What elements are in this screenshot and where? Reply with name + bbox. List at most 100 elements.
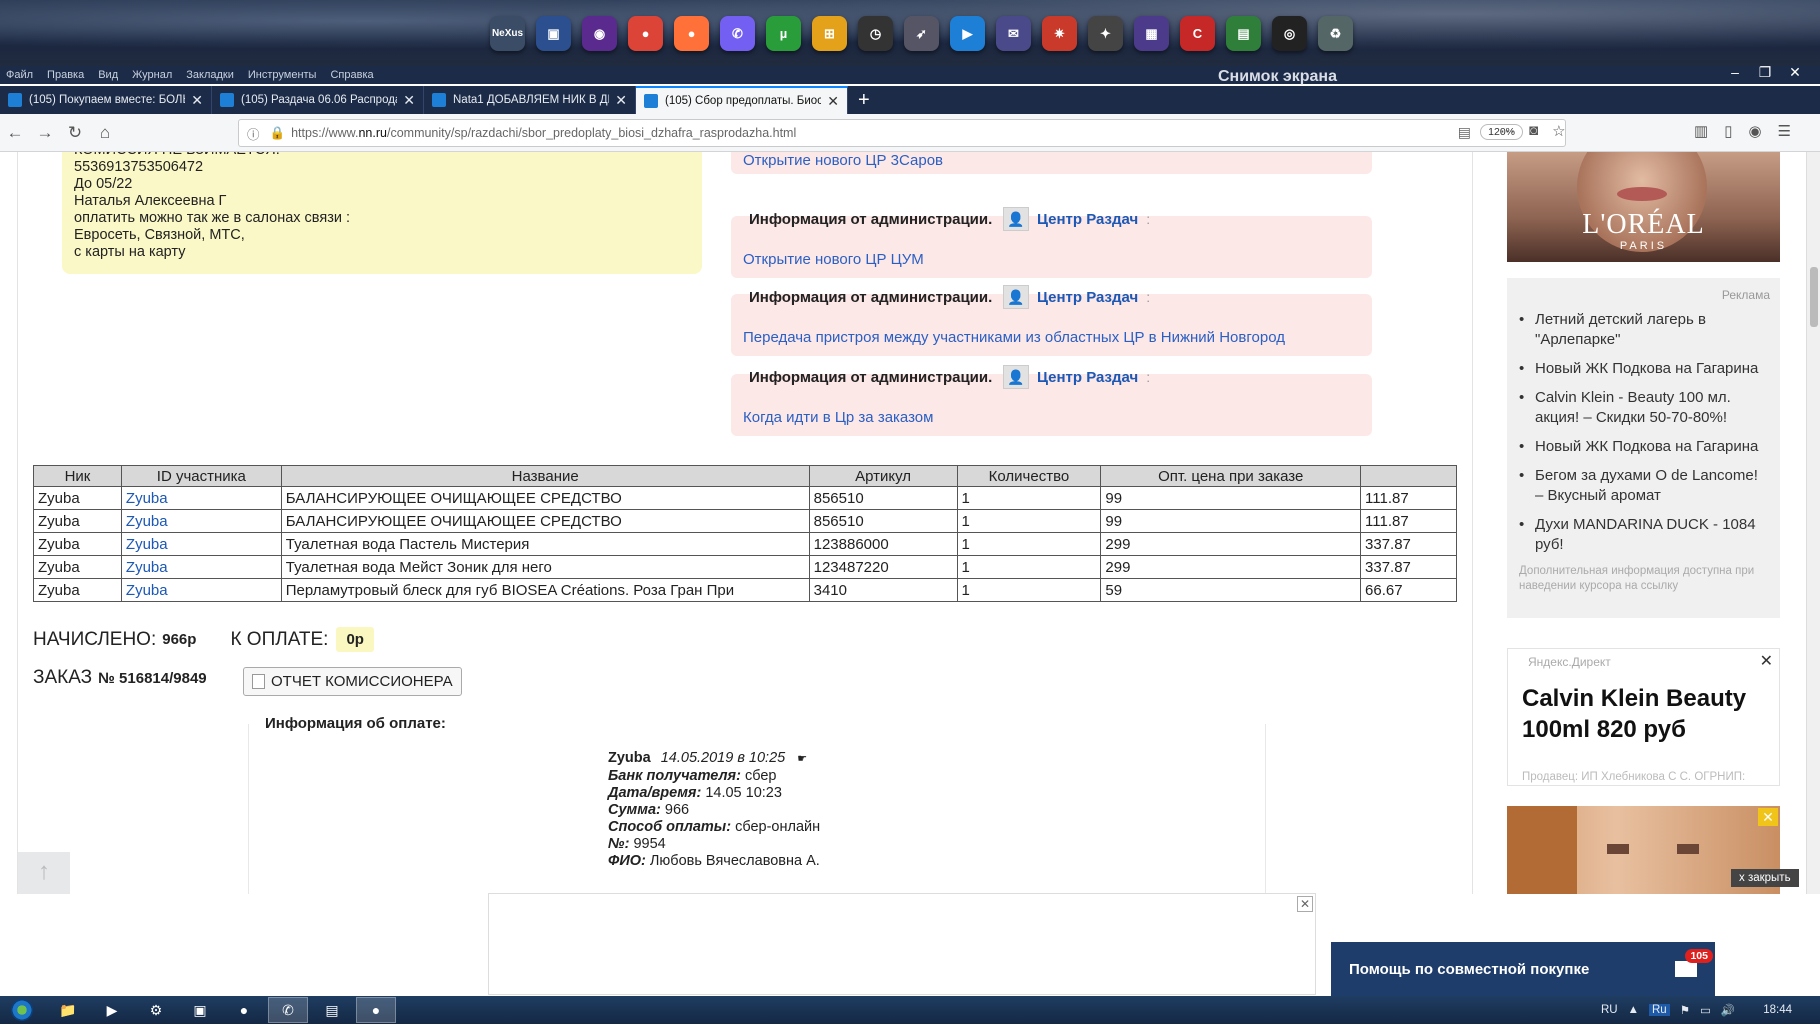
menu-item[interactable]: Закладки [186, 69, 234, 81]
scrollbar-thumb[interactable] [1810, 267, 1818, 327]
explorer-icon[interactable]: ▣ [536, 16, 571, 51]
vertical-scrollbar[interactable] [1806, 152, 1820, 894]
play-icon[interactable]: ▶ [950, 16, 985, 51]
close-tab-icon[interactable]: ✕ [615, 92, 627, 109]
close-icon[interactable]: ✕ [1784, 64, 1806, 81]
close-icon[interactable]: ✕ [1758, 808, 1778, 826]
account-icon[interactable]: ◉ [1748, 122, 1761, 140]
back-icon[interactable]: ← [0, 123, 30, 143]
url-bar[interactable]: ⓘ 🔒 https://www. nn.ru/community/sp/razda… [238, 119, 1566, 147]
yandex-direct-ad[interactable]: Яндекс.Директ ✕ Calvin Klein Beauty 100m… [1507, 648, 1780, 786]
firefox-icon[interactable]: ● [674, 16, 709, 51]
more-icon[interactable]: ⋯ [1500, 122, 1515, 140]
cpu-icon[interactable]: ▦ [1134, 16, 1169, 51]
table-cell[interactable]: Zyuba [120, 578, 282, 602]
clock-icon[interactable]: ◷ [858, 16, 893, 51]
admin-notice-link[interactable]: Когда идти в Цр за заказом [743, 409, 933, 426]
viber-icon[interactable]: ✆ [720, 16, 755, 51]
ad-link[interactable]: Духи MANDARINA DUCK - 1084 руб! [1519, 515, 1768, 555]
close-ad-button[interactable]: x закрыть [1731, 869, 1799, 887]
author-name[interactable]: Центр Раздач [1037, 289, 1138, 306]
ccleaner-icon[interactable]: C [1180, 16, 1215, 51]
chrome-icon[interactable]: ● [224, 997, 264, 1023]
loreal-ad[interactable]: L'ORÉAL PARIS [1507, 152, 1780, 262]
close-icon[interactable]: ✕ [1297, 896, 1313, 912]
ad-link[interactable]: Calvin Klein - Beauty 100 мл. акция! – С… [1519, 388, 1768, 428]
utorrent-icon[interactable]: µ [766, 16, 801, 51]
envelope-icon[interactable]: ✉ [996, 16, 1031, 51]
direct-text[interactable]: Calvin Klein Beauty 100ml 820 руб [1522, 683, 1779, 745]
hamburger-menu-icon[interactable]: ☰ [1778, 122, 1791, 140]
clock[interactable]: 18:44 [1763, 1004, 1792, 1016]
menu-item[interactable]: Журнал [132, 69, 172, 81]
menu-item[interactable]: Вид [98, 69, 118, 81]
camera-icon[interactable]: ◎ [1272, 16, 1307, 51]
close-icon[interactable]: ✕ [1760, 651, 1773, 671]
new-tab-icon[interactable]: + [848, 86, 880, 114]
admin-notice-link[interactable]: Передача пристроя между участниками из о… [743, 329, 1285, 346]
settings-icon[interactable]: ⚙ [136, 997, 176, 1023]
ad-link[interactable]: Летний детский лагерь в "Арлепарке" [1519, 310, 1768, 350]
bookmark-star-icon[interactable]: ☆ [1552, 122, 1565, 140]
admin-top-link[interactable]: Открытие нового ЦР 3Саров [731, 152, 1372, 174]
help-chat-button[interactable]: Помощь по совместной покупке 105 [1331, 942, 1715, 996]
browser-tab[interactable]: (105) Покупаем вместе: БОЛЬ ✕ [0, 86, 212, 114]
network-icon[interactable]: ▭ [1700, 1003, 1711, 1017]
admin-notice-author[interactable]: 👤 Центр Раздач: [1003, 285, 1150, 309]
close-tab-icon[interactable]: ✕ [403, 92, 415, 109]
author-name[interactable]: Центр Раздач [1037, 211, 1138, 228]
tray-arrow-icon[interactable]: ▲ [1628, 1004, 1639, 1016]
admin-notice-link[interactable]: Открытие нового ЦР ЦУМ [743, 251, 924, 268]
ad-link[interactable]: Новый ЖК Подкова на Гагарина [1519, 359, 1768, 379]
payment-user[interactable]: Zyuba [608, 750, 651, 766]
reload-icon[interactable]: ↻ [60, 123, 90, 143]
home-icon[interactable]: ⌂ [90, 123, 120, 143]
app-icon[interactable]: ▣ [180, 997, 220, 1023]
ad-link[interactable]: Бегом за духами O de Lancome! – Вкусный … [1519, 466, 1768, 506]
close-tab-icon[interactable]: ✕ [827, 93, 839, 110]
restore-icon[interactable]: ❐ [1754, 64, 1776, 81]
menu-item[interactable]: Справка [330, 69, 373, 81]
author-name[interactable]: Центр Раздач [1037, 369, 1138, 386]
ad-link[interactable]: Новый ЖК Подкова на Гагарина [1519, 437, 1768, 457]
recycle-icon[interactable]: ♻ [1318, 16, 1353, 51]
table-cell[interactable]: Zyuba [120, 486, 282, 510]
document-icon[interactable]: ▤ [312, 997, 352, 1023]
menu-item[interactable]: Правка [47, 69, 84, 81]
tank-icon[interactable]: ✦ [1088, 16, 1123, 51]
menu-item[interactable]: Инструменты [248, 69, 317, 81]
table-cell[interactable]: Zyuba [120, 555, 282, 579]
volume-icon[interactable]: 🔊 [1721, 1003, 1735, 1017]
folder-icon[interactable]: 📁 [48, 997, 88, 1023]
metro-icon[interactable]: ▤ [1226, 16, 1261, 51]
windows-icon[interactable]: ⊞ [812, 16, 847, 51]
scroll-to-top-button[interactable]: ↑ [18, 852, 70, 894]
table-cell[interactable]: Zyuba [120, 532, 282, 556]
forward-icon[interactable]: → [30, 123, 60, 143]
commission-report-button[interactable]: ОТЧЕТ КОМИССИОНЕРА [243, 667, 462, 696]
reader-view-icon[interactable]: ▤ [1458, 124, 1471, 141]
library-icon[interactable]: ▥ [1694, 122, 1708, 140]
minimize-icon[interactable]: – [1724, 64, 1746, 81]
chrome-icon[interactable]: ● [628, 16, 663, 51]
flag-icon[interactable]: ⚑ [1680, 1003, 1690, 1017]
flag-icon[interactable]: ☛ [797, 753, 807, 765]
browser-tab[interactable]: (105) Сбор предоплаты. Биос ✕ [636, 86, 848, 114]
pocket-icon[interactable]: ◙ [1529, 122, 1538, 140]
viber-icon[interactable]: ✆ [268, 997, 308, 1023]
menu-item[interactable]: Файл [6, 69, 33, 81]
nexus-icon[interactable]: NeXus [490, 16, 525, 51]
info-icon[interactable]: ⓘ [247, 124, 260, 143]
gear-icon[interactable]: ✷ [1042, 16, 1077, 51]
keyboard-layout[interactable]: Ru [1649, 1004, 1670, 1016]
browser-tab[interactable]: (105) Раздача 06.06 Распродаж ✕ [212, 86, 424, 114]
bottom-banner[interactable]: ✕ [488, 893, 1316, 995]
start-button[interactable] [0, 996, 44, 1024]
sidebar-icon[interactable]: ▯ [1724, 122, 1732, 140]
table-cell[interactable]: Zyuba [120, 509, 282, 533]
browser-tab[interactable]: Nata1 ДОБАВЛЯЕМ НИК В ДР ✕ [424, 86, 636, 114]
feather-icon[interactable]: ➶ [904, 16, 939, 51]
close-tab-icon[interactable]: ✕ [191, 92, 203, 109]
media-player-icon[interactable]: ▶ [92, 997, 132, 1023]
language-indicator[interactable]: RU [1601, 1004, 1618, 1016]
